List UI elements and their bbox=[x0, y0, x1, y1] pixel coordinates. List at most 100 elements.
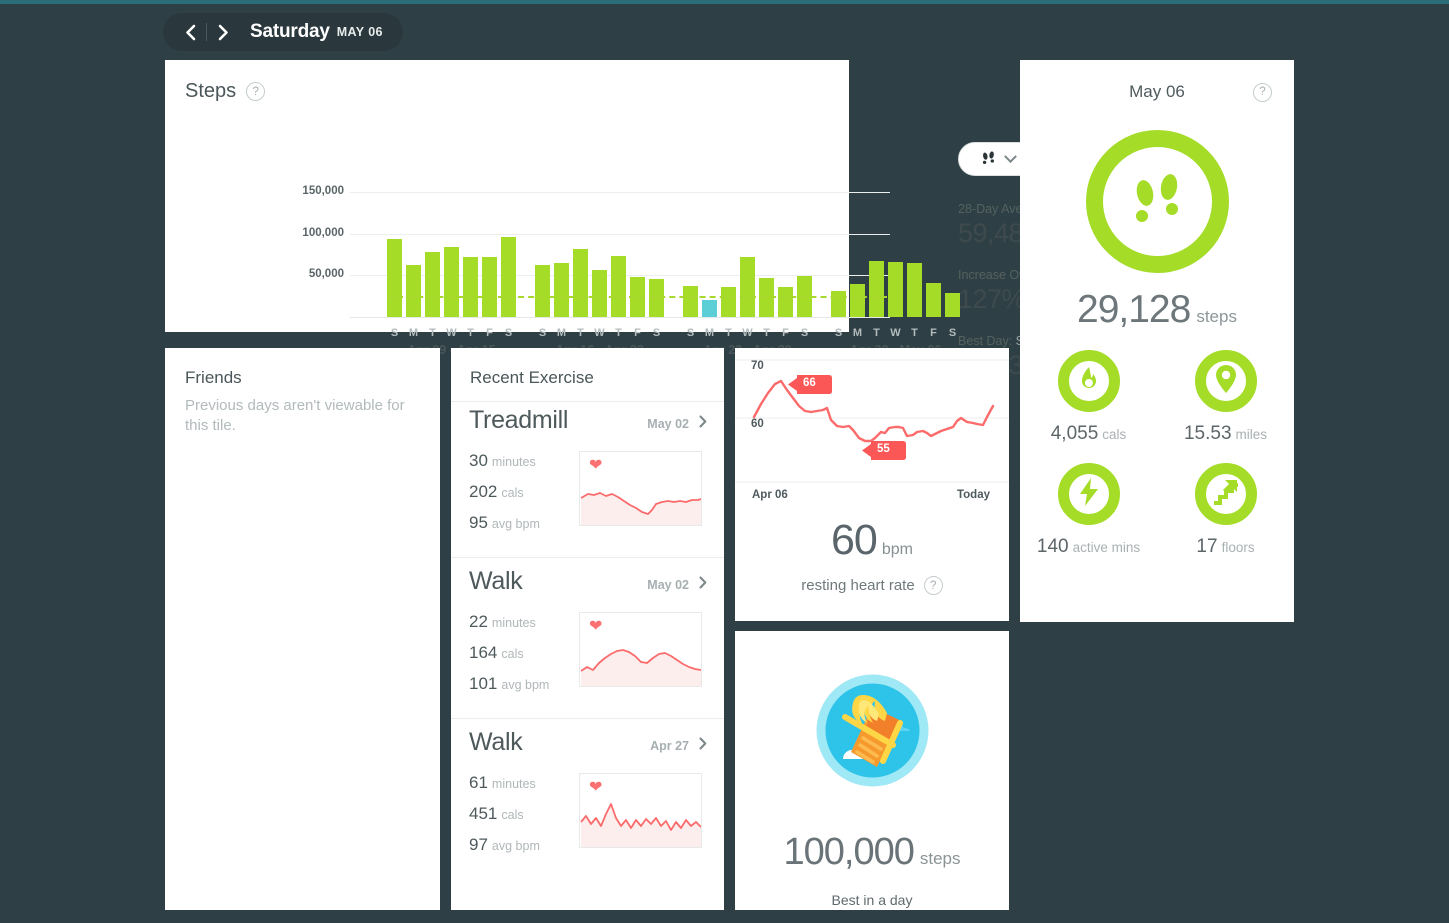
metric-unit: miles bbox=[1235, 427, 1268, 442]
best-day-prefix: Best Day: bbox=[958, 334, 1013, 348]
metric-progress-ring bbox=[1057, 350, 1120, 412]
chart-bar[interactable] bbox=[869, 261, 884, 317]
exercise-list-item[interactable]: Walk May 02 22 minutes 164 cals 101 avg bpm ❤ bbox=[451, 567, 724, 705]
metric-label: 140 active mins bbox=[1037, 536, 1140, 558]
help-icon[interactable]: ? bbox=[923, 576, 943, 595]
next-day-button[interactable] bbox=[210, 17, 236, 47]
exercise-item-date: Apr 27 bbox=[650, 739, 689, 753]
daily-steps-unit: steps bbox=[1196, 307, 1237, 326]
chart-day-label: T bbox=[873, 327, 880, 339]
help-icon[interactable]: ? bbox=[246, 82, 266, 101]
exercise-cals: 164 cals bbox=[469, 643, 565, 663]
exercise-item-metrics: 30 minutes 202 cals 95 avg bpm bbox=[469, 451, 565, 544]
resting-heart-rate-value: 60 bbox=[831, 516, 878, 564]
chart-bar[interactable] bbox=[554, 262, 569, 317]
chart-day-label: F bbox=[782, 327, 789, 339]
chart-baseline bbox=[350, 317, 890, 318]
resting-heart-rate-unit: bpm bbox=[881, 541, 913, 558]
chart-bar[interactable] bbox=[535, 264, 550, 317]
exercise-bpm-value: 101 bbox=[469, 674, 498, 693]
chevron-right-icon[interactable] bbox=[699, 576, 707, 592]
exercise-list-item[interactable]: Treadmill May 02 30 minutes 202 cals 95 avg bpm… bbox=[451, 406, 724, 544]
recent-exercise-title: Recent Exercise bbox=[470, 368, 594, 387]
stairs-icon bbox=[1211, 478, 1241, 511]
chart-day-label: W bbox=[890, 327, 901, 339]
exercise-item-metrics: 61 minutes 451 cals 97 avg bpm bbox=[469, 773, 565, 866]
chart-day-label: W bbox=[594, 327, 605, 339]
exercise-bpm-unit: avg bpm bbox=[491, 517, 540, 531]
exercise-cals-value: 451 bbox=[469, 804, 498, 823]
metric-label: 17 floors bbox=[1196, 536, 1254, 558]
chart-day-label: S bbox=[538, 327, 547, 339]
exercise-item-header: Walk May 02 bbox=[451, 567, 724, 596]
chart-bar[interactable] bbox=[907, 262, 922, 317]
chart-bar[interactable] bbox=[387, 238, 402, 317]
resting-heart-rate-caption: resting heart rate bbox=[801, 577, 915, 594]
chart-bar[interactable] bbox=[592, 270, 607, 317]
daily-summary-header: May 06 ? bbox=[1020, 82, 1294, 102]
daily-metric-cell: 140 active mins bbox=[1020, 463, 1157, 558]
chart-day-label: M bbox=[704, 327, 715, 339]
chart-bar[interactable] bbox=[482, 257, 497, 317]
heart-icon: ❤ bbox=[589, 457, 603, 474]
exercise-divider bbox=[451, 401, 724, 402]
chevron-right-icon[interactable] bbox=[699, 737, 707, 753]
previous-day-button[interactable] bbox=[177, 17, 203, 47]
exercise-item-body: 30 minutes 202 cals 95 avg bpm ❤ bbox=[451, 435, 724, 544]
chart-bar[interactable] bbox=[888, 262, 903, 317]
chart-bar[interactable] bbox=[501, 236, 516, 317]
exercise-minutes: 30 minutes bbox=[469, 451, 565, 471]
chart-bar[interactable] bbox=[611, 256, 626, 317]
metric-progress-ring bbox=[1194, 350, 1257, 412]
rhr-trough-marker: 55 bbox=[862, 441, 906, 465]
chart-day-label: T bbox=[725, 327, 732, 339]
exercise-heart-rate-thumbnail: ❤ bbox=[579, 773, 702, 848]
rhr-peak-value: 66 bbox=[803, 377, 816, 389]
winged-shoe-badge-icon bbox=[816, 674, 928, 787]
metric-value: 4,055 bbox=[1050, 423, 1099, 444]
exercise-minutes: 61 minutes bbox=[469, 773, 565, 793]
metric-value: 17 bbox=[1196, 536, 1218, 557]
exercise-cals-unit: cals bbox=[501, 486, 524, 500]
chart-bar[interactable] bbox=[926, 282, 941, 317]
chart-bar[interactable] bbox=[721, 287, 736, 317]
chevron-right-icon[interactable] bbox=[699, 415, 707, 431]
rhr-y-axis-high: 70 bbox=[751, 360, 764, 372]
resting-heart-rate-value-row: 60 bpm bbox=[735, 516, 1009, 565]
chart-bar[interactable] bbox=[740, 257, 755, 317]
chart-day-label: F bbox=[486, 327, 493, 339]
rhr-x-axis-end: Today bbox=[956, 489, 990, 501]
chart-bar[interactable] bbox=[463, 257, 478, 317]
exercise-bpm: 97 avg bpm bbox=[469, 835, 565, 855]
daily-metric-cell: 4,055 cals bbox=[1020, 350, 1157, 445]
badge-value: 100,000 bbox=[783, 831, 914, 873]
chart-bar[interactable] bbox=[444, 247, 459, 317]
daily-metric-cell: 17 floors bbox=[1157, 463, 1294, 558]
chart-day-label: T bbox=[467, 327, 474, 339]
exercise-item-name: Walk bbox=[469, 567, 523, 595]
chart-y-tick-label: 150,000 bbox=[302, 185, 344, 197]
exercise-item-header: Treadmill May 02 bbox=[451, 406, 724, 435]
chart-day-label: M bbox=[408, 327, 419, 339]
chart-day-label: M bbox=[852, 327, 863, 339]
chart-bar[interactable] bbox=[573, 248, 588, 317]
chart-day-label: W bbox=[742, 327, 753, 339]
chart-bar[interactable] bbox=[425, 252, 440, 317]
chart-day-label: F bbox=[930, 327, 937, 339]
help-icon[interactable]: ? bbox=[1253, 82, 1272, 102]
page-title: Steps bbox=[185, 80, 237, 102]
chart-bar[interactable] bbox=[778, 287, 793, 317]
exercise-minutes-unit: minutes bbox=[491, 616, 536, 630]
chart-day-label: T bbox=[763, 327, 770, 339]
chart-bar[interactable] bbox=[683, 286, 698, 317]
daily-metric-cell: 15.53 miles bbox=[1157, 350, 1294, 445]
exercise-item-body: 61 minutes 451 cals 97 avg bpm ❤ bbox=[451, 757, 724, 866]
chart-gridline bbox=[350, 233, 890, 235]
chart-bar[interactable] bbox=[702, 299, 717, 317]
chart-bar[interactable] bbox=[831, 291, 846, 317]
rhr-x-axis-start: Apr 06 bbox=[752, 489, 788, 501]
exercise-list-item[interactable]: Walk Apr 27 61 minutes 451 cals 97 avg bpm ❤ bbox=[451, 728, 724, 866]
chart-bar[interactable] bbox=[406, 265, 421, 317]
daily-steps-row: 29,128 steps bbox=[1020, 288, 1294, 332]
chart-bar[interactable] bbox=[850, 283, 865, 317]
